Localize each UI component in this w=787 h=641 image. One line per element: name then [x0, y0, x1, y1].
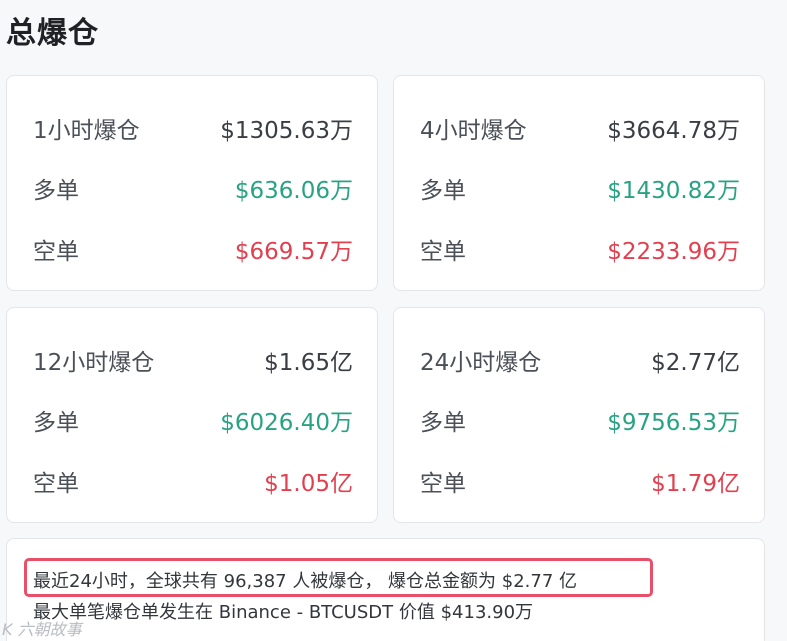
period-label: 1小时爆仓 [33, 118, 140, 144]
short-value: $1.79亿 [651, 471, 740, 497]
short-value: $1.05亿 [264, 471, 353, 497]
short-label: 空单 [33, 239, 79, 265]
long-value: $9756.53万 [607, 410, 740, 436]
liquidation-card-12h: 12小时爆仓 $1.65亿 多单 $6026.40万 空单 $1.05亿 [6, 307, 378, 523]
short-row: 空单 $669.57万 [33, 229, 353, 269]
watermark-logo: K 六朝故事 [2, 620, 82, 639]
period-label: 24小时爆仓 [420, 350, 542, 376]
total-value: $3664.78万 [607, 118, 740, 144]
long-value: $636.06万 [234, 178, 353, 204]
summary-line-24h: 最近24小时，全球共有 96,387 人被爆仓， 爆仓总金额为 $2.77 亿 [33, 571, 578, 592]
short-row: 空单 $1.05亿 [33, 461, 353, 501]
period-label: 12小时爆仓 [33, 350, 155, 376]
total-row: 1小时爆仓 $1305.63万 [33, 108, 353, 148]
liquidation-page: 总爆仓 1小时爆仓 $1305.63万 多单 $636.06万 空单 $669.… [0, 0, 787, 641]
liquidation-card-1h: 1小时爆仓 $1305.63万 多单 $636.06万 空单 $669.57万 [6, 75, 378, 291]
total-value: $2.77亿 [651, 350, 740, 376]
short-row: 空单 $2233.96万 [420, 229, 740, 269]
summary-panel: 最近24小时，全球共有 96,387 人被爆仓， 爆仓总金额为 $2.77 亿 … [6, 538, 765, 641]
short-label: 空单 [420, 471, 466, 497]
short-value: $669.57万 [234, 239, 353, 265]
long-row: 多单 $6026.40万 [33, 400, 353, 440]
long-row: 多单 $636.06万 [33, 168, 353, 208]
short-value: $2233.96万 [607, 239, 740, 265]
long-label: 多单 [420, 410, 466, 436]
period-label: 4小时爆仓 [420, 118, 527, 144]
short-label: 空单 [420, 239, 466, 265]
long-value: $1430.82万 [607, 178, 740, 204]
total-row: 12小时爆仓 $1.65亿 [33, 340, 353, 380]
long-value: $6026.40万 [220, 410, 353, 436]
long-label: 多单 [33, 178, 79, 204]
page-title: 总爆仓 [6, 16, 99, 51]
liquidation-card-4h: 4小时爆仓 $3664.78万 多单 $1430.82万 空单 $2233.96… [393, 75, 765, 291]
short-label: 空单 [33, 471, 79, 497]
total-value: $1305.63万 [220, 118, 353, 144]
total-row: 4小时爆仓 $3664.78万 [420, 108, 740, 148]
long-row: 多单 $9756.53万 [420, 400, 740, 440]
long-label: 多单 [420, 178, 466, 204]
total-value: $1.65亿 [264, 350, 353, 376]
liquidation-card-24h: 24小时爆仓 $2.77亿 多单 $9756.53万 空单 $1.79亿 [393, 307, 765, 523]
summary-line-largest: 最大单笔爆仓单发生在 Binance - BTCUSDT 价值 $413.90万 [33, 602, 534, 623]
long-row: 多单 $1430.82万 [420, 168, 740, 208]
short-row: 空单 $1.79亿 [420, 461, 740, 501]
long-label: 多单 [33, 410, 79, 436]
total-row: 24小时爆仓 $2.77亿 [420, 340, 740, 380]
